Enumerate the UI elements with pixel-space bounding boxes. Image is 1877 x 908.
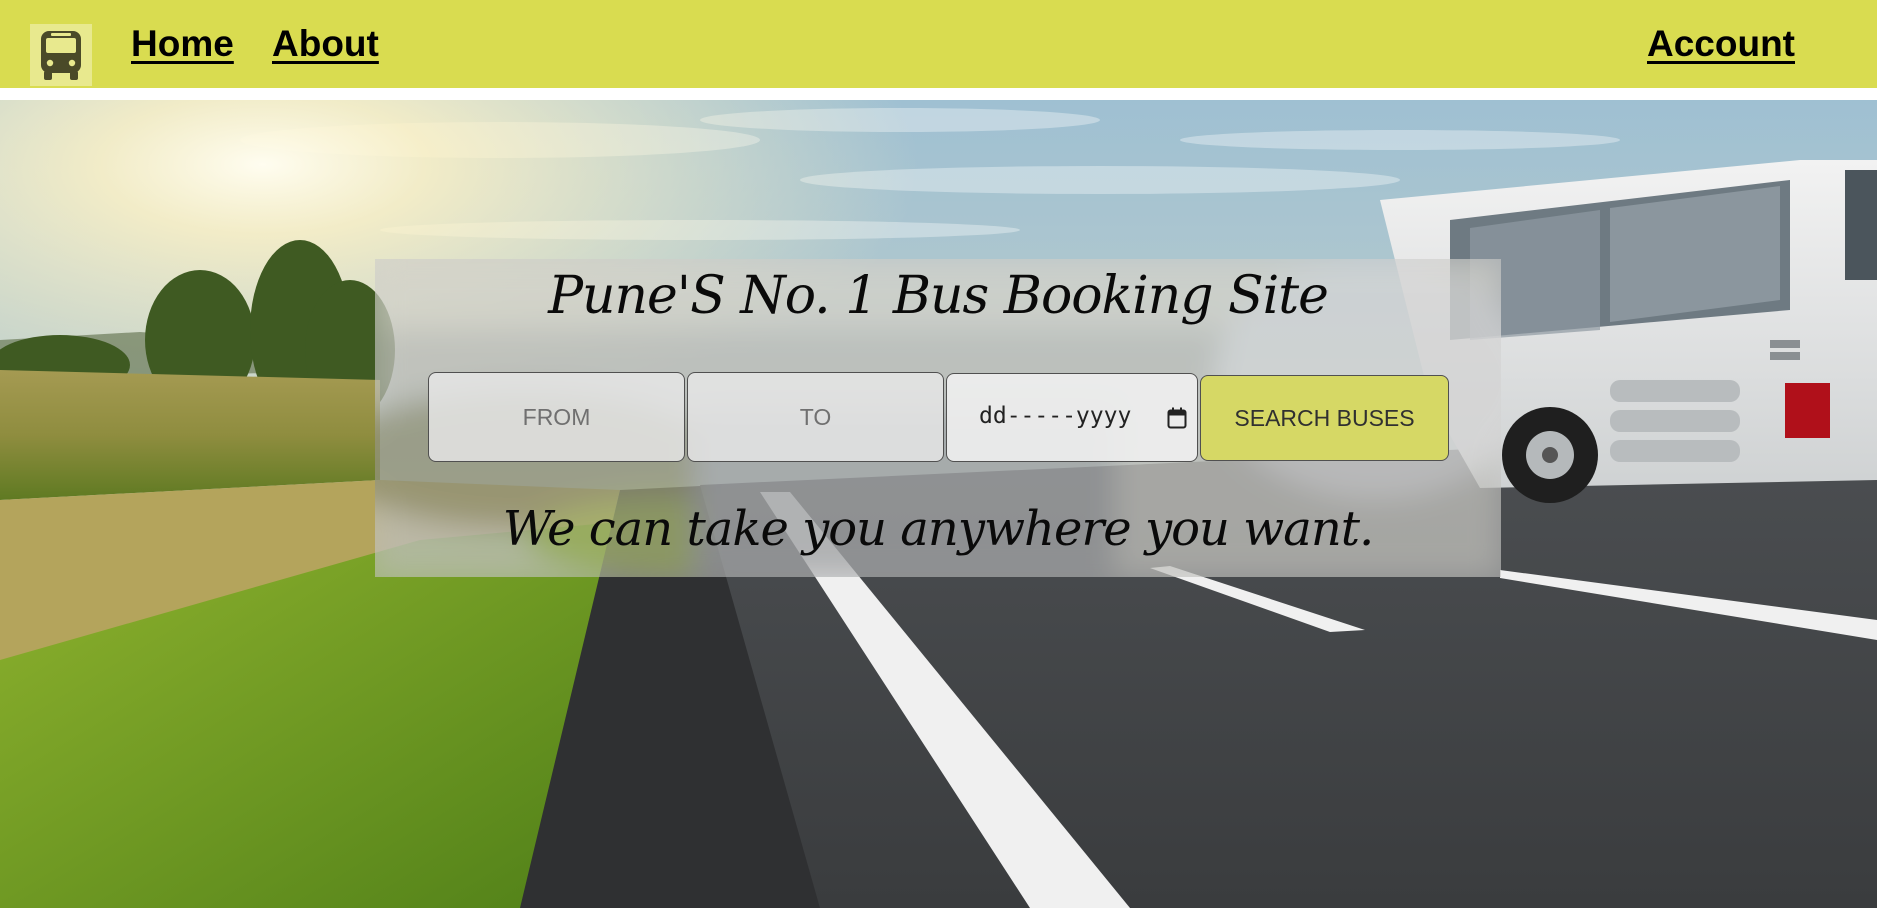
to-input[interactable] bbox=[687, 372, 944, 462]
nav-about-link[interactable]: About bbox=[272, 22, 379, 66]
logo[interactable] bbox=[30, 24, 92, 86]
search-buses-button[interactable]: SEARCH BUSES bbox=[1200, 375, 1449, 461]
bus-icon bbox=[41, 31, 81, 80]
nav-account-link[interactable]: Account bbox=[1647, 22, 1795, 66]
calendar-icon[interactable] bbox=[1167, 407, 1187, 429]
from-input[interactable] bbox=[428, 372, 685, 462]
page-title: Pune'S No. 1 Bus Booking Site bbox=[548, 266, 1329, 326]
date-placeholder: dd-----yyyy bbox=[979, 403, 1132, 429]
nav-home-link[interactable]: Home bbox=[131, 22, 234, 66]
search-panel: Pune'S No. 1 Bus Booking Site dd-----yyy… bbox=[375, 259, 1501, 577]
date-input[interactable]: dd-----yyyy bbox=[946, 373, 1198, 462]
hero-section: Pune'S No. 1 Bus Booking Site dd-----yyy… bbox=[0, 100, 1877, 908]
top-navbar: Home About Account bbox=[0, 0, 1877, 88]
tagline: We can take you anywhere you want. bbox=[502, 501, 1375, 557]
